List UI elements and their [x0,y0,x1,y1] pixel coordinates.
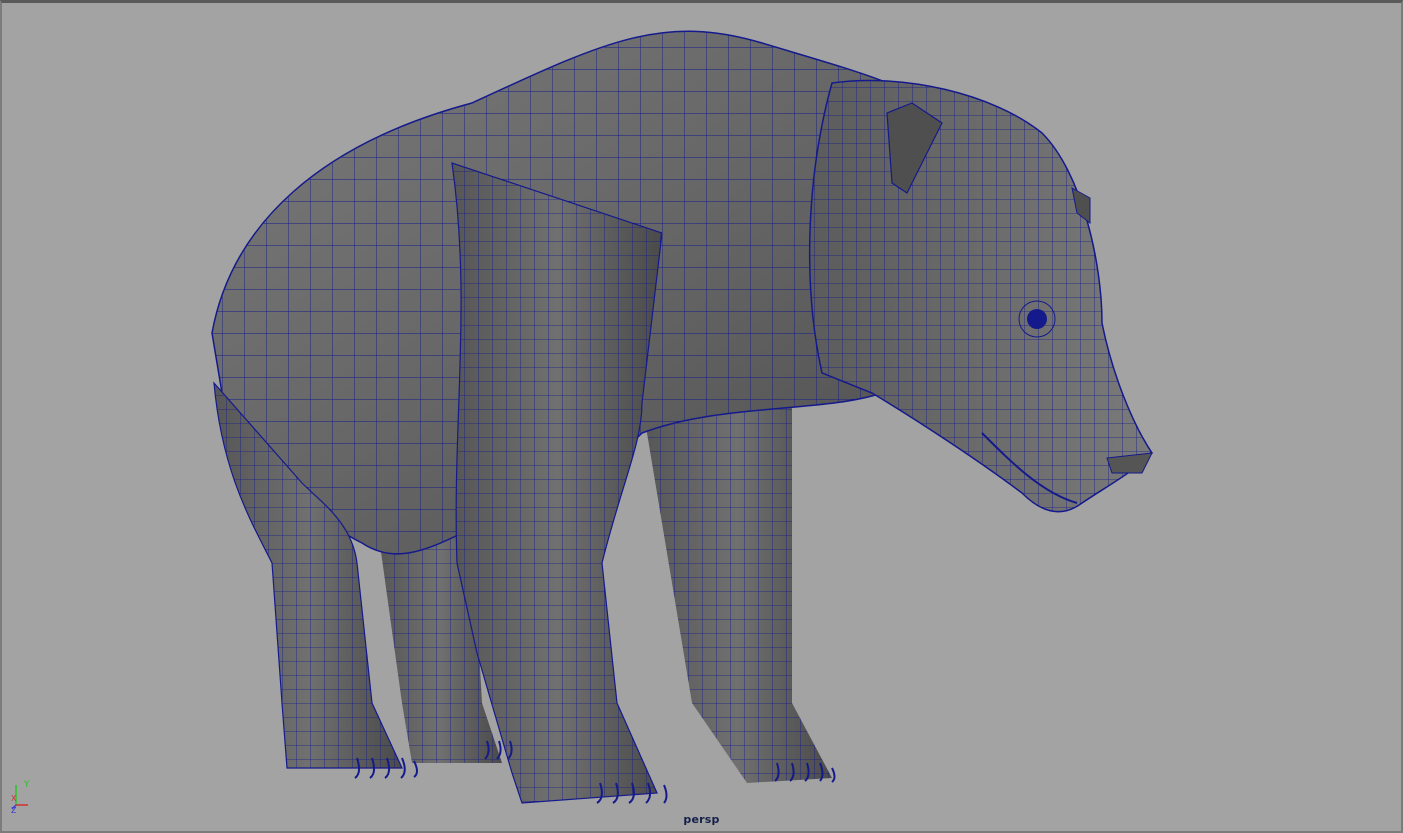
bear-polygon-mesh[interactable] [2,3,1403,833]
z-axis-label: Z [11,806,17,813]
x-axis-label: X [11,794,17,803]
camera-name-label: persp [683,813,720,826]
front-right-leg [642,403,832,783]
perspective-viewport[interactable]: Y X Z persp [0,0,1403,833]
bear-head [808,79,1153,513]
front-left-leg [451,162,663,804]
axis-gizmo: Y X Z [11,780,30,813]
y-axis-label: Y [23,780,30,790]
